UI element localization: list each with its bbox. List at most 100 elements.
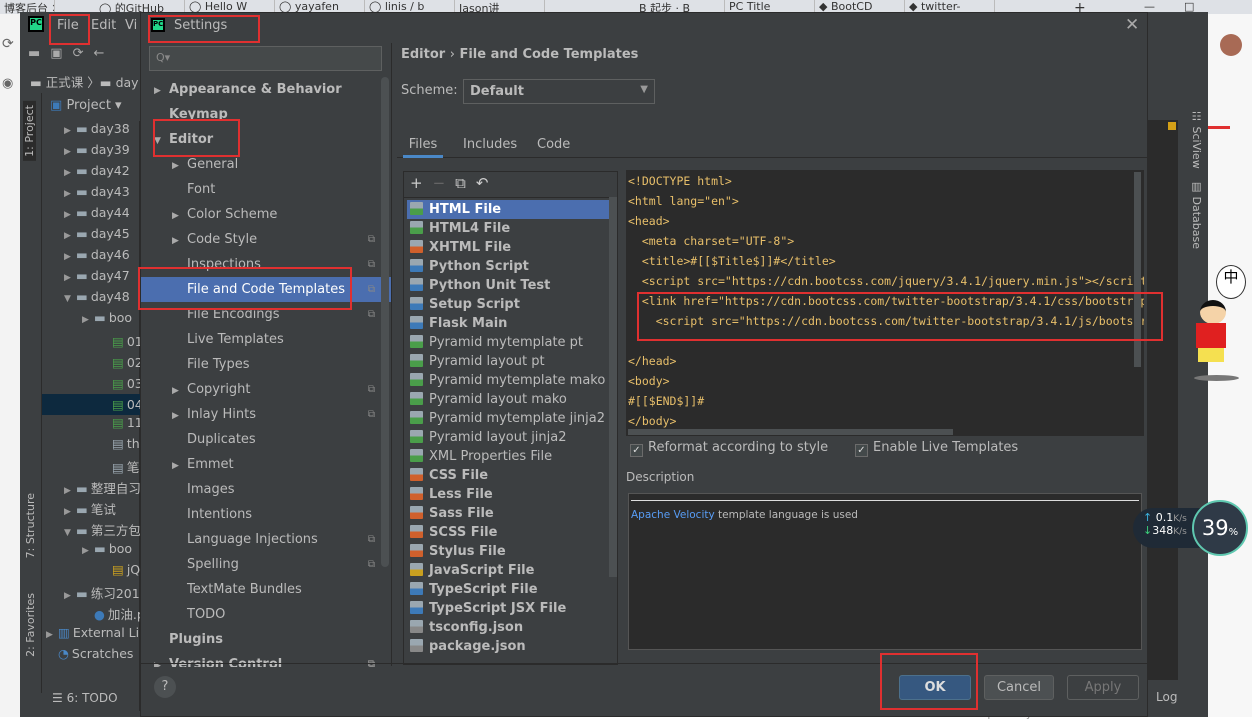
reformat-checkbox[interactable]: ✓ Reformat according to style [630, 440, 828, 457]
settings-tree-item[interactable]: Images [141, 477, 391, 502]
project-tree-item[interactable]: ▶ ▬ day44 [42, 205, 140, 226]
template-list-item[interactable]: Pyramid mytemplate jinja2 [407, 409, 617, 428]
settings-tree-item[interactable]: Language Injections ⧉ [141, 527, 391, 552]
project-tree-item[interactable]: ●加油.py [42, 604, 140, 625]
project-tree-item[interactable]: ▶ ▥ External Li [42, 625, 140, 646]
project-tree-item[interactable]: ▤笔记 [42, 457, 140, 478]
code-v-scrollbar[interactable] [1134, 172, 1141, 367]
structure-tool-tab[interactable]: 7: Structure [24, 493, 37, 558]
settings-tree-item[interactable]: ▼ Editor [141, 127, 391, 152]
template-list-item[interactable]: JavaScript File [407, 561, 617, 580]
code-h-scrollbar[interactable] [628, 429, 953, 435]
template-list-item[interactable]: Flask Main [407, 314, 617, 333]
avatar[interactable] [1220, 34, 1242, 56]
settings-tree-item[interactable]: Live Templates [141, 327, 391, 352]
template-list-item[interactable]: CSS File [407, 466, 617, 485]
template-list-item[interactable]: Pyramid layout jinja2 [407, 428, 617, 447]
sciview-tool-tab[interactable]: ☷ SciView [1190, 110, 1203, 169]
template-list-item[interactable]: Pyramid layout mako [407, 390, 617, 409]
settings-tree-item[interactable]: Inspections ⧉ [141, 252, 391, 277]
menu-file[interactable]: File [57, 18, 79, 33]
settings-tree-item[interactable]: ▶ Code Style ⧉ [141, 227, 391, 252]
cancel-button[interactable]: Cancel [984, 675, 1054, 700]
crumb[interactable]: day [116, 75, 139, 90]
apply-button[interactable]: Apply [1067, 675, 1139, 700]
expand-arrow-icon[interactable]: ▶ [154, 79, 169, 104]
project-tree-item[interactable]: ▤03 ま [42, 373, 140, 394]
event-log-tab[interactable]: Log [1156, 690, 1177, 704]
expand-arrow-icon[interactable]: ▶ [154, 654, 169, 667]
breadcrumb-parent[interactable]: Editor [401, 47, 445, 62]
settings-tree-item[interactable]: Spelling ⧉ [141, 552, 391, 577]
settings-tree-item[interactable]: File and Code Templates ⧉ [141, 277, 391, 302]
settings-tree-item[interactable]: TODO [141, 602, 391, 627]
open-icon[interactable]: ▬ [28, 46, 50, 61]
copy-icon[interactable]: ⧉ [455, 174, 476, 192]
expand-arrow-icon[interactable]: ▶ [64, 231, 76, 241]
settings-tree-item[interactable]: Font [141, 177, 391, 202]
settings-tree-item[interactable]: Duplicates [141, 427, 391, 452]
project-tree-item[interactable]: ▤04 表 [42, 394, 140, 415]
template-list-item[interactable]: Stylus File [407, 542, 617, 561]
project-tree-item[interactable]: ◔ Scratches [42, 646, 140, 667]
project-tree-item[interactable]: ▶▬练习2019 [42, 583, 140, 604]
template-list-item[interactable]: Setup Script [407, 295, 617, 314]
crumb[interactable]: 正式课 [46, 75, 84, 90]
expand-arrow-icon[interactable]: ▶ [82, 546, 94, 556]
expand-arrow-icon[interactable]: ▶ [64, 486, 76, 496]
project-tree-item[interactable]: ▤02 ネ [42, 352, 140, 373]
project-tree-item[interactable]: ▶ ▬ 整理自习 [42, 478, 140, 499]
template-list-item[interactable]: Less File [407, 485, 617, 504]
expand-arrow-icon[interactable]: ▶ [64, 189, 76, 199]
settings-tree-item[interactable]: ▶ Copyright ⧉ [141, 377, 391, 402]
template-list-item[interactable]: XML Properties File [407, 447, 617, 466]
project-tree-item[interactable]: ▼ ▬ 第三方包 [42, 520, 140, 541]
project-tree-item[interactable]: ▶ ▬ day43 [42, 184, 140, 205]
ok-button[interactable]: OK [899, 675, 971, 700]
todo-tool-tab[interactable]: ☰ 6: TODO [40, 685, 140, 711]
expand-arrow-icon[interactable]: ▶ [64, 591, 76, 601]
template-list-item[interactable]: TypeScript File [407, 580, 617, 599]
project-tree-item[interactable]: ▤th5.j [42, 436, 140, 457]
expand-arrow-icon[interactable]: ▼ [64, 294, 76, 304]
template-list-item[interactable]: Sass File [407, 504, 617, 523]
project-tree-item[interactable]: ▶ ▬ 笔试 [42, 499, 140, 520]
template-list-item[interactable]: tsconfig.json [407, 618, 617, 637]
favorites-tool-tab[interactable]: 2: Favorites [24, 593, 37, 657]
expand-arrow-icon[interactable]: ▶ [64, 168, 76, 178]
expand-arrow-icon[interactable]: ▶ [46, 630, 58, 640]
expand-arrow-icon[interactable]: ▼ [154, 129, 169, 154]
cpu-percent-widget[interactable]: 39% [1192, 500, 1248, 556]
template-list-item[interactable]: HTML4 File [407, 219, 617, 238]
template-list-item[interactable]: Pyramid layout pt [407, 352, 617, 371]
tab-code[interactable]: Code [537, 137, 570, 152]
settings-tree-item[interactable]: TextMate Bundles [141, 577, 391, 602]
template-list-item[interactable]: Pyramid mytemplate mako [407, 371, 617, 390]
refresh-icon[interactable]: ⟳ [2, 36, 14, 52]
settings-tree-item[interactable]: Intentions [141, 502, 391, 527]
expand-arrow-icon[interactable]: ▶ [64, 252, 76, 262]
save-icon[interactable]: ▣ [50, 46, 72, 61]
settings-tree-item[interactable]: Keymap [141, 102, 391, 127]
settings-tree-item[interactable]: ▶ Appearance & Behavior [141, 77, 391, 102]
expand-arrow-icon[interactable]: ▶ [64, 273, 76, 283]
sync-icon[interactable]: ⟳ [73, 46, 94, 61]
template-list-scrollbar[interactable] [609, 197, 617, 577]
scheme-dropdown[interactable]: Default ▼ [463, 79, 655, 104]
help-button[interactable]: ? [154, 676, 176, 698]
project-tree-item[interactable]: ▶ ▬ boo [42, 541, 140, 562]
globe-icon[interactable]: ◉ [2, 76, 13, 91]
settings-tree-item[interactable]: ▶Version Control ⧉ [141, 652, 391, 667]
project-tree-item[interactable]: ▶ ▬ day47 [42, 268, 140, 289]
project-tree-item[interactable]: ▶ ▬ day45 [42, 226, 140, 247]
apache-velocity-link[interactable]: Apache Velocity [631, 509, 715, 521]
remove-icon[interactable]: − [433, 174, 456, 192]
template-list-item[interactable]: HTML File [407, 200, 617, 219]
project-tree-item[interactable]: ▶ ▬ day46 [42, 247, 140, 268]
template-list-item[interactable]: SCSS File [407, 523, 617, 542]
expand-arrow-icon[interactable]: ▶ [172, 454, 187, 479]
project-tree-item[interactable]: ▤11.h [42, 415, 140, 436]
template-list-item[interactable]: Python Script [407, 257, 617, 276]
settings-search-input[interactable]: Q▾ [149, 46, 382, 71]
expand-arrow-icon[interactable]: ▶ [172, 229, 187, 254]
